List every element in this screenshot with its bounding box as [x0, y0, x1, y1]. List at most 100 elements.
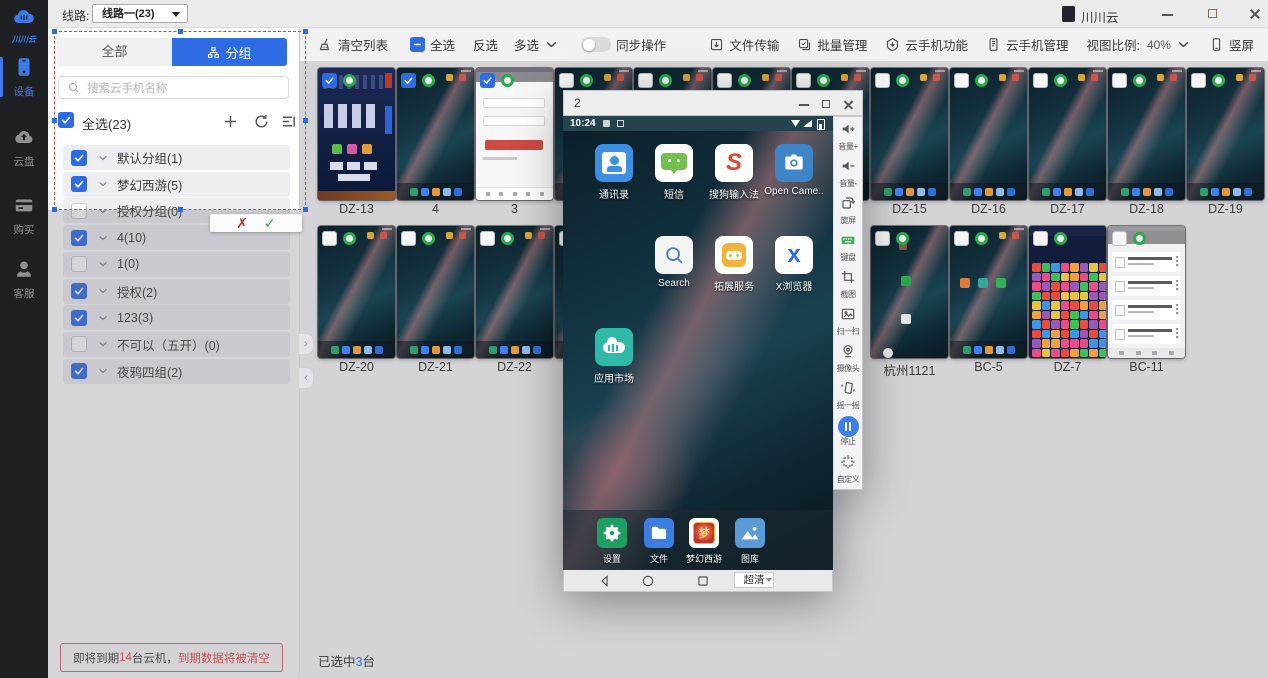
- thumbnail-checkbox[interactable]: [1191, 73, 1206, 88]
- phone-minimize-button[interactable]: [796, 96, 812, 112]
- sync-operation-toggle[interactable]: 同步操作: [581, 35, 666, 54]
- group-checkbox[interactable]: [71, 336, 87, 352]
- nav-home-button[interactable]: [641, 574, 655, 588]
- thumbnail-checkbox[interactable]: [954, 73, 969, 88]
- strip-scan-button[interactable]: 扫一扫: [834, 304, 862, 340]
- device-thumbnail[interactable]: [1029, 226, 1106, 358]
- thumbnail-checkbox[interactable]: [1033, 231, 1048, 246]
- tab-group[interactable]: 分组: [172, 38, 287, 66]
- device-thumbnail[interactable]: [397, 226, 474, 358]
- thumbnail-checkbox[interactable]: [717, 73, 732, 88]
- strip-stop-button[interactable]: 停止: [834, 415, 862, 451]
- device-thumbnail[interactable]: [476, 226, 553, 358]
- chevron-down-icon[interactable]: [97, 258, 109, 270]
- sidebar-item-device[interactable]: 设备: [0, 54, 48, 100]
- chevron-down-icon[interactable]: [97, 285, 109, 297]
- add-group-icon[interactable]: [222, 113, 239, 130]
- thumbnail-checkbox[interactable]: [322, 73, 337, 88]
- maximize-button[interactable]: [1205, 6, 1221, 22]
- strip-crop-button[interactable]: 截图: [834, 267, 862, 303]
- device-thumbnail[interactable]: [1029, 68, 1106, 200]
- group-checkbox[interactable]: [71, 230, 87, 246]
- user-avatar[interactable]: [1062, 6, 1075, 22]
- capture-cancel-icon[interactable]: ✗: [236, 216, 248, 230]
- panel-collapse-handle[interactable]: ‹: [299, 367, 314, 389]
- toggle-switch[interactable]: [581, 37, 611, 52]
- chevron-down-icon[interactable]: [97, 205, 109, 217]
- sidebar-item-clouddisk[interactable]: 云盘: [0, 124, 48, 170]
- batch-manage-button[interactable]: 批量管理: [797, 35, 867, 54]
- group-checkbox[interactable]: [71, 363, 87, 379]
- thumbnail-checkbox[interactable]: [1112, 231, 1127, 246]
- strip-voldown-button[interactable]: 音量-: [834, 156, 862, 192]
- quality-select[interactable]: 超清: [734, 572, 774, 588]
- phone-close-button[interactable]: [840, 96, 856, 112]
- chevron-down-icon[interactable]: [97, 365, 109, 377]
- view-scale-select[interactable]: 视图比例: 40%: [1086, 35, 1191, 54]
- sidebar-item-buy[interactable]: 购买: [0, 192, 48, 238]
- thumbnail-checkbox[interactable]: [401, 231, 416, 246]
- app-contacts-icon[interactable]: [595, 144, 633, 182]
- select-all-checkbox[interactable]: [58, 112, 74, 128]
- nav-recents-button[interactable]: [696, 574, 710, 588]
- file-transfer-button[interactable]: 文件传输: [709, 35, 779, 54]
- group-checkbox[interactable]: [71, 283, 87, 299]
- app-sogou-icon[interactable]: S: [715, 144, 753, 182]
- device-thumbnail[interactable]: [871, 68, 948, 200]
- select-all-indeterminate-checkbox[interactable]: [410, 37, 425, 52]
- select-all-toggle[interactable]: 全选: [410, 35, 455, 54]
- invert-select-button[interactable]: 反选: [473, 35, 498, 54]
- multi-select-button[interactable]: 多选: [514, 35, 559, 54]
- chevron-down-icon[interactable]: [97, 338, 109, 350]
- strip-keyboard-button[interactable]: 键盘: [834, 230, 862, 266]
- group-checkbox[interactable]: [71, 310, 87, 326]
- dock-settings-icon[interactable]: [597, 518, 627, 548]
- minimize-button[interactable]: [1160, 6, 1176, 22]
- thumbnail-checkbox[interactable]: [401, 73, 416, 88]
- strip-shake-button[interactable]: 摇一摇: [834, 378, 862, 414]
- phone-functions-button[interactable]: 云手机功能: [885, 35, 968, 54]
- dock-mhxy-icon[interactable]: 梦: [689, 518, 719, 548]
- group-checkbox[interactable]: [71, 256, 87, 272]
- group-checkbox[interactable]: [71, 203, 87, 219]
- strip-custom-button[interactable]: 自定义: [834, 452, 862, 488]
- thumbnail-checkbox[interactable]: [796, 73, 811, 88]
- device-thumbnail[interactable]: [1108, 226, 1185, 358]
- device-thumbnail[interactable]: [871, 226, 948, 358]
- device-thumbnail[interactable]: [1108, 68, 1185, 200]
- thumbnail-checkbox[interactable]: [480, 231, 495, 246]
- thumbnail-checkbox[interactable]: [875, 73, 890, 88]
- device-thumbnail[interactable]: [476, 68, 553, 200]
- sidebar-item-service[interactable]: 客服: [0, 256, 48, 302]
- capture-confirm-icon[interactable]: ✓: [264, 216, 276, 230]
- device-thumbnail[interactable]: [950, 68, 1027, 200]
- phone-maximize-button[interactable]: [818, 96, 834, 112]
- refresh-icon[interactable]: [253, 113, 270, 130]
- app-search-icon[interactable]: [655, 236, 693, 274]
- group-row[interactable]: 123(3): [63, 305, 290, 330]
- tab-all[interactable]: 全部: [57, 38, 172, 66]
- phone-manage-button[interactable]: 云手机管理: [986, 35, 1069, 54]
- portrait-button[interactable]: 竖屏: [1209, 35, 1254, 54]
- strip-webcam-button[interactable]: 摄像头: [834, 341, 862, 377]
- app-service-icon[interactable]: [715, 236, 753, 274]
- app-market-icon[interactable]: [595, 328, 633, 366]
- app-xbrowser-icon[interactable]: x: [775, 236, 813, 274]
- device-thumbnail[interactable]: [318, 226, 395, 358]
- chevron-down-icon[interactable]: [97, 178, 109, 190]
- device-thumbnail[interactable]: [950, 226, 1027, 358]
- group-row[interactable]: 不可以（五开）(0): [63, 332, 290, 357]
- phone-screen[interactable]: 10:24 通讯录短信S搜狗输入法Open Came..Search拓展服务xX…: [563, 116, 833, 570]
- phone-window-titlebar[interactable]: 2: [563, 90, 863, 116]
- group-row[interactable]: 默认分组(1): [63, 145, 290, 170]
- panel-expand-handle[interactable]: ›: [299, 333, 314, 355]
- group-row[interactable]: 夜鸦四组(2): [63, 359, 290, 384]
- group-row[interactable]: 授权(2): [63, 279, 290, 304]
- device-thumbnail[interactable]: [1187, 68, 1264, 200]
- device-thumbnail[interactable]: [397, 68, 474, 200]
- nav-back-button[interactable]: [598, 574, 612, 588]
- thumbnail-checkbox[interactable]: [480, 73, 495, 88]
- device-thumbnail[interactable]: [318, 68, 395, 200]
- dock-gallery-icon[interactable]: [735, 518, 765, 548]
- thumbnail-checkbox[interactable]: [1112, 73, 1127, 88]
